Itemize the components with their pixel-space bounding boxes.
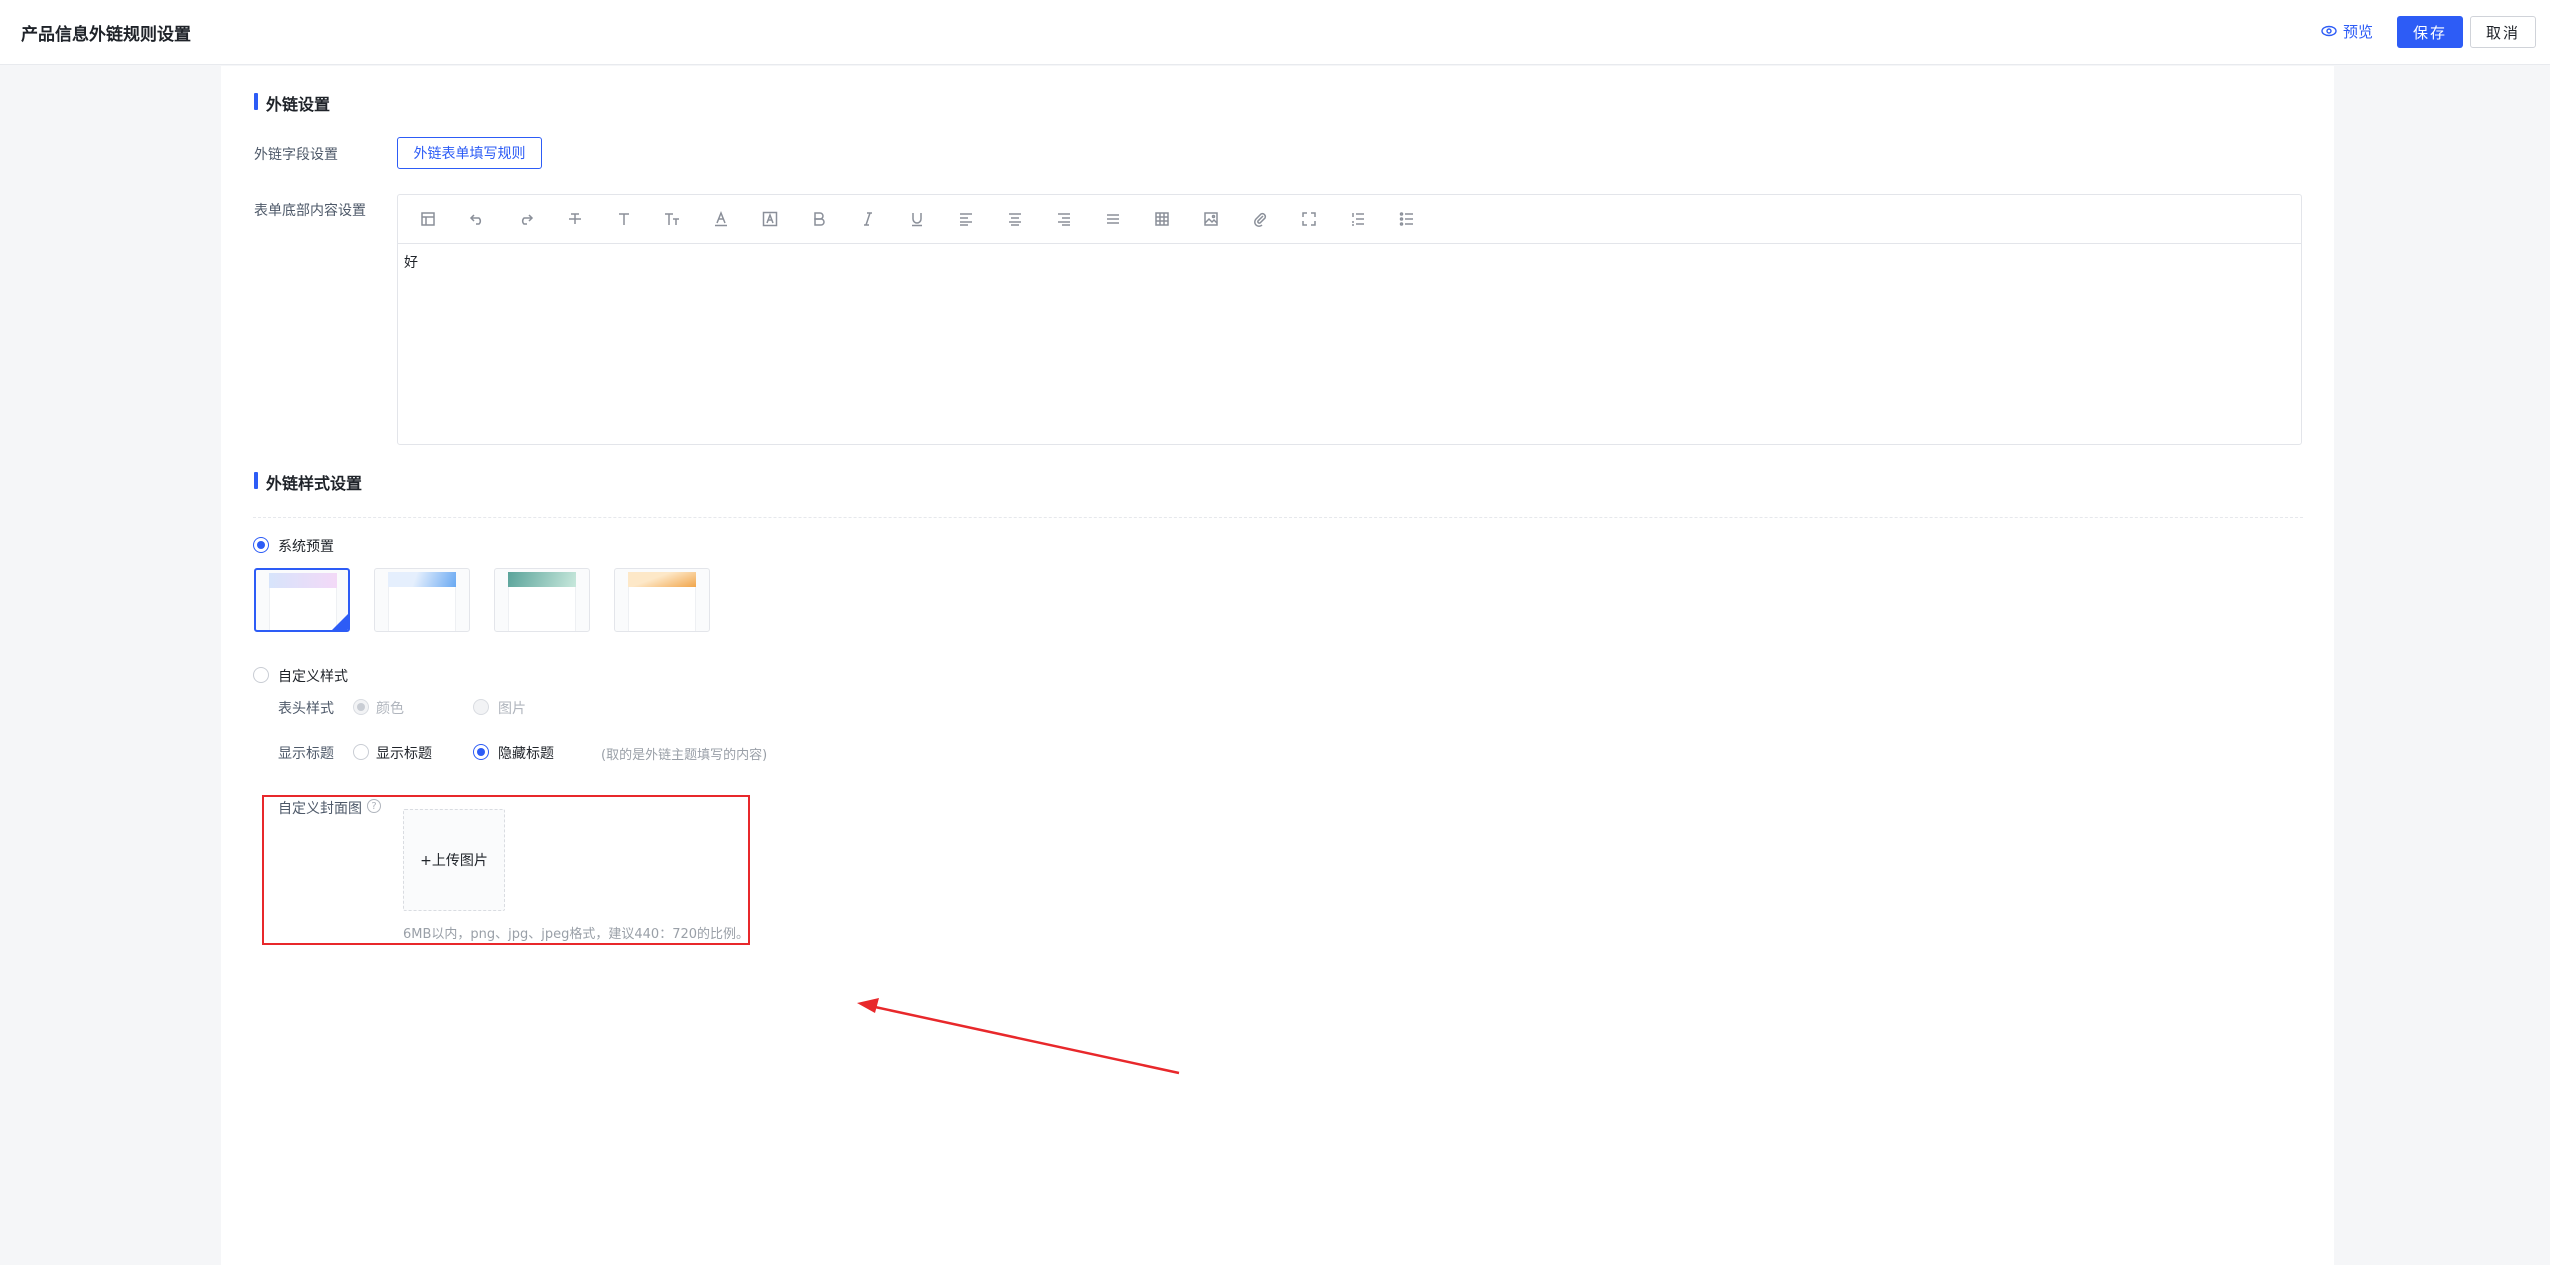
- redo-icon[interactable]: [516, 209, 536, 229]
- editor-content[interactable]: 好: [404, 252, 418, 272]
- text-icon[interactable]: [614, 209, 634, 229]
- settings-panel: 外链设置 外链字段设置 外链表单填写规则 表单底部内容设置 好 外链样式设置 系…: [221, 66, 2334, 1265]
- form-footer-label: 表单底部内容设置: [254, 203, 366, 219]
- unordered-list-icon[interactable]: [1397, 209, 1417, 229]
- table-icon[interactable]: [1152, 209, 1172, 229]
- link-field-label: 外链字段设置: [254, 147, 338, 163]
- hide-title-option-label: 隐藏标题: [498, 746, 554, 762]
- ordered-list-icon[interactable]: [1348, 209, 1368, 229]
- image-icon[interactable]: [1201, 209, 1221, 229]
- underline-icon[interactable]: [907, 209, 927, 229]
- header-style-image-label: 图片: [498, 701, 526, 717]
- show-title-option-label: 显示标题: [376, 746, 432, 762]
- theme-card-header: [388, 572, 456, 587]
- align-left-icon[interactable]: [956, 209, 976, 229]
- title-hint: (取的是外链主题填写的内容): [601, 748, 768, 763]
- header-style-label: 表头样式: [278, 701, 334, 717]
- show-title-radio[interactable]: [353, 744, 369, 760]
- strikethrough-icon[interactable]: [565, 209, 585, 229]
- custom-style-label: 自定义样式: [278, 669, 348, 685]
- theme-card-4[interactable]: [614, 568, 710, 632]
- justify-icon[interactable]: [1103, 209, 1123, 229]
- font-color-icon[interactable]: [711, 209, 731, 229]
- font-size-icon[interactable]: [662, 209, 682, 229]
- bold-icon[interactable]: [809, 209, 829, 229]
- link-settings-title: 外链设置: [254, 91, 330, 115]
- header-style-image-radio[interactable]: [473, 699, 489, 715]
- theme-card-1[interactable]: [254, 568, 350, 632]
- custom-style-radio[interactable]: [253, 667, 269, 683]
- undo-icon[interactable]: [467, 209, 487, 229]
- section-divider: [253, 517, 2303, 518]
- hide-title-radio[interactable]: [473, 744, 489, 760]
- preview-label: 预览: [2343, 23, 2374, 41]
- align-right-icon[interactable]: [1054, 209, 1074, 229]
- theme-card-header: [628, 572, 696, 587]
- show-title-label: 显示标题: [278, 746, 334, 762]
- theme-card-header: [269, 573, 337, 588]
- rich-text-editor[interactable]: 好: [397, 194, 2302, 445]
- preset-label: 系统预置: [278, 539, 334, 555]
- italic-icon[interactable]: [858, 209, 878, 229]
- theme-card-2[interactable]: [374, 568, 470, 632]
- page-title: 产品信息外链规则设置: [21, 25, 191, 45]
- editor-toolbar: [398, 195, 2301, 244]
- attachment-icon[interactable]: [1250, 209, 1270, 229]
- theme-card-header: [508, 572, 576, 587]
- form-rule-button[interactable]: 外链表单填写规则: [397, 137, 542, 169]
- style-settings-title: 外链样式设置: [254, 470, 362, 494]
- cancel-button[interactable]: 取消: [2470, 16, 2536, 48]
- background-color-icon[interactable]: [760, 209, 780, 229]
- header-style-color-label: 颜色: [376, 701, 404, 717]
- save-button[interactable]: 保存: [2397, 16, 2463, 48]
- header-style-color-radio[interactable]: [353, 699, 369, 715]
- fullscreen-icon[interactable]: [1299, 209, 1319, 229]
- template-icon[interactable]: [418, 209, 438, 229]
- theme-card-3[interactable]: [494, 568, 590, 632]
- align-center-icon[interactable]: [1005, 209, 1025, 229]
- preset-radio[interactable]: [253, 537, 269, 553]
- eye-icon: [2321, 23, 2337, 41]
- annotation-highlight-box: [262, 795, 750, 945]
- preview-button[interactable]: 预览: [2321, 21, 2373, 42]
- selected-check-icon: [332, 614, 348, 630]
- top-bar: 产品信息外链规则设置 预览 保存 取消: [0, 0, 2550, 65]
